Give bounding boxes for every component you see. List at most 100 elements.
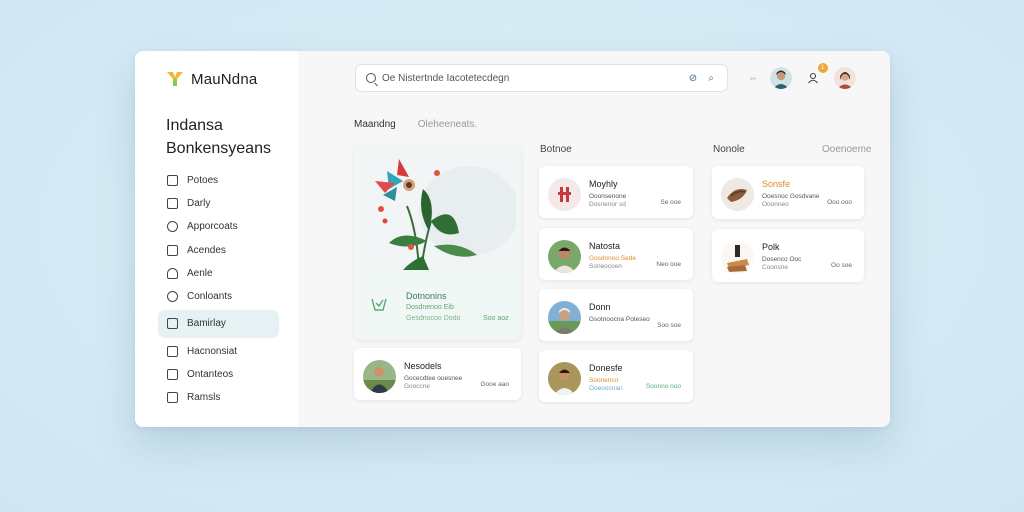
edit-icon[interactable]: ⊘ [687,72,699,84]
folder-icon [167,318,178,330]
tab-oleheeneats[interactable]: Oleheeneats. [418,119,478,130]
feature-title: Dotnonins [406,291,447,301]
view-toggle-icon[interactable]: ◦◦ [750,74,756,83]
sidebar-item-label: Acendes [187,244,226,256]
item-subtitle: Soonenco [589,377,619,384]
tab-bar: Maandng Oleheeneats. [354,119,477,130]
search-bar[interactable]: Oe Nistertnde Iacotetecdegn ⊘ ⌕ [355,64,728,92]
item-detail: Coonsne [762,264,789,271]
sidebar-item-label: Apporcoats [187,221,238,233]
sidebar-item-label: Ontanteos [187,369,234,381]
user-settings-icon [807,72,818,84]
sidebar-item-bamirlay[interactable]: Bamirlay [158,309,279,338]
item-photo [721,241,754,274]
item-value: Ooo ooo [827,199,852,206]
item-value: Soonno noo [645,383,681,390]
item-photo [363,360,396,393]
sidebar-item-ontanteos[interactable]: Ontanteos [158,363,279,386]
sidebar-item-label: Darly [187,198,211,210]
sidebar-title-line2: Bonkensyeans [166,140,271,157]
sidebar-item-label: Hacnonsiat [187,345,238,357]
sidebar-item-darly[interactable]: Darly [158,192,279,215]
item-title: Donesfe [589,363,623,373]
item-value: Soo soe [657,322,681,329]
list-item[interactable]: Sonsfe Ooesnoc Gosdvane Ooonneo Ooo ooo [712,166,864,219]
sidebar: MauNdna Indansa Bonkensyeans Potoes Darl… [135,51,298,427]
notification-bell-icon[interactable]: 1 [806,63,828,85]
sidebar-title: Indansa Bonkensyeans [166,114,271,160]
feature-detail: Gesdnocoo Dodo [406,315,461,322]
sidebar-item-hacnonsiat[interactable]: Hacnonsiat [158,340,279,363]
avatar[interactable] [833,67,856,89]
sidebar-item-potoes[interactable]: Potoes [158,169,279,192]
tab-maandng[interactable]: Maandng [354,119,396,130]
item-value: Neo ooe [656,261,681,268]
sidebar-item-label: Potoes [187,175,219,186]
search-icon [366,73,376,83]
column-header: Nonole [713,144,745,155]
item-detail: Ooonneo [762,201,789,208]
avatar-image [769,67,792,89]
notification-badge: 1 [817,63,828,73]
item-detail: Ooeoocnan [589,385,623,392]
item-subtitle: Gocecdtee ouesnee [404,375,463,382]
avatar[interactable] [769,67,792,89]
item-subtitle: Dosenco Ooc [762,256,802,263]
item-title: Moyhly [589,179,618,189]
item-subtitle: Gosdnnoo Sede [589,255,636,262]
tag-icon [167,290,178,302]
item-title: Polk [762,242,780,252]
sidebar-item-apporcoats[interactable]: Apporcoats [158,215,279,238]
list-item[interactable]: Moyhly Ooonsenone Dosnenor sd Se ooe [539,166,693,218]
people-icon [167,221,178,233]
sidebar-nav: Potoes Darly Apporcoats Acendes Aenle Co… [158,169,279,410]
list-item[interactable]: Natosta Gosdnnoo Sede Soneocoen Neo ooe [539,228,693,280]
sidebar-item-aenle[interactable]: Aenle [158,262,279,285]
item-title: Donn [589,302,611,312]
item-photo [548,240,581,273]
list-item[interactable]: Donn Gsotnoocna Poteseo Soo soe [539,289,693,341]
brand[interactable]: MauNdna [166,70,257,88]
avatar-image [833,67,856,89]
book-icon [167,392,178,404]
search-submit-icon[interactable]: ⌕ [705,72,717,84]
item-detail: Soneocoen [589,263,622,270]
user-icon [167,267,178,279]
chart-icon [167,175,178,186]
item-title: Sonsfe [762,179,791,189]
column-header: Botnoe [540,144,572,155]
item-value: Se ooe [660,199,681,206]
feature-subtitle: Dosdnenoo Eib [406,304,454,311]
search-input[interactable]: Oe Nistertnde Iacotetecdegn [382,73,681,84]
main-content: Oe Nistertnde Iacotetecdegn ⊘ ⌕ ◦◦ 1 Maa… [298,51,890,427]
sidebar-item-label: Ramsls [187,392,221,404]
sidebar-item-conloants[interactable]: Conloants [158,285,279,308]
sidebar-item-label: Conloants [187,290,233,302]
sidebar-title-line1: Indansa [166,117,223,134]
item-photo [721,178,754,211]
checklist-icon [167,369,178,381]
list-item[interactable]: Polk Dosenco Ooc Coonsne Oo soe [712,229,864,282]
feature-card[interactable]: Dotnonins Dosdnenoo Eib Gesdnocoo Dodo S… [354,146,521,340]
list-item[interactable]: Nesodels Gocecdtee ouesnee Gooccne Gooe … [354,348,521,400]
sidebar-item-acendes[interactable]: Acendes [158,239,279,262]
item-photo [548,301,581,334]
item-detail: Gooccne [404,383,431,390]
column-link[interactable]: Ooenoeme [822,144,871,155]
document-icon [167,244,178,256]
sidebar-item-ramsls[interactable]: Ramsls [158,386,279,409]
item-value: Gooe aao [480,381,509,388]
calendar-icon [167,198,178,210]
square-icon [167,345,178,357]
header-actions: ◦◦ 1 [750,63,856,89]
sidebar-item-label: Aenle [187,267,213,279]
item-photo [548,178,581,211]
item-title: Natosta [589,241,621,251]
item-subtitle: Ooonsenone [589,193,627,200]
plant-image [359,151,516,270]
item-title: Nesodels [404,361,442,371]
item-detail: Dosnenor sd [589,201,626,208]
brand-name: MauNdna [191,70,258,88]
list-item[interactable]: Donesfe Soonenco Ooeoocnan Soonno noo [539,350,693,402]
item-photo [548,362,581,395]
